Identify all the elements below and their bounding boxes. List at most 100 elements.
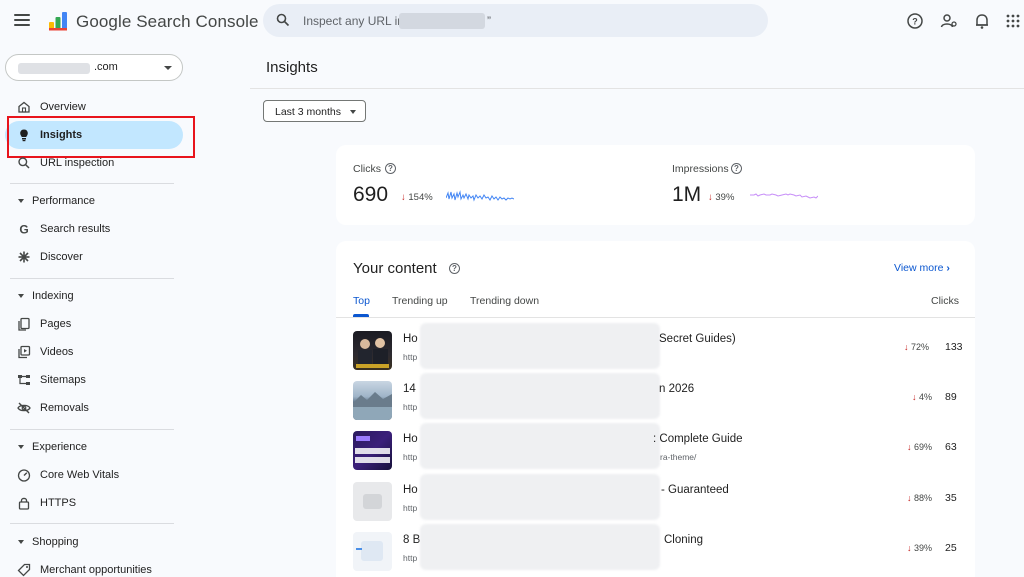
- row-clicks: 133: [945, 341, 963, 353]
- sidebar-item-merchant-opportunities[interactable]: Merchant opportunities: [5, 556, 183, 577]
- sidebar-item-search-results[interactable]: G Search results: [5, 215, 183, 243]
- tab-top[interactable]: Top: [353, 295, 370, 307]
- row-title-end: : Complete Guide: [653, 433, 743, 445]
- search-placeholder: Inspect any URL in: [303, 14, 404, 28]
- sidebar-item-discover[interactable]: Discover: [5, 243, 183, 271]
- apps-grid-icon[interactable]: [1006, 12, 1020, 30]
- collapse-icon: [18, 540, 24, 544]
- sidebar-divider: [10, 429, 174, 430]
- sidebar-divider: [10, 523, 174, 524]
- section-experience[interactable]: Experience: [16, 438, 186, 458]
- sidebar-item-label: Pages: [40, 318, 72, 330]
- top-bar: Google Search Console Inspect any URL in…: [0, 0, 1024, 44]
- sidebar-item-pages[interactable]: Pages: [5, 310, 183, 338]
- header-divider: [250, 88, 1024, 89]
- row-url-start: http: [403, 452, 418, 462]
- content-thumbnail: [353, 381, 392, 420]
- chevron-right-icon: ›: [946, 262, 950, 274]
- content-row[interactable]: 8 B http Cloning ↓ 39% 25: [336, 524, 975, 577]
- help-icon[interactable]: ?: [449, 263, 460, 274]
- help-icon[interactable]: ?: [906, 12, 924, 30]
- date-range-label: Last 3 months: [275, 106, 341, 118]
- sidebar-item-core-web-vitals[interactable]: Core Web Vitals: [5, 461, 183, 489]
- sitemap-icon: [18, 375, 30, 385]
- row-clicks: 35: [945, 492, 957, 504]
- url-inspection-search[interactable]: Inspect any URL in ”: [263, 4, 768, 37]
- sidebar-divider: [10, 183, 174, 184]
- date-range-dropdown[interactable]: Last 3 months: [263, 100, 366, 122]
- impressions-change-value: 39%: [715, 192, 735, 203]
- chevron-down-icon: [350, 110, 356, 114]
- row-change-value: 69%: [914, 442, 933, 452]
- sidebar-item-label: URL inspection: [40, 157, 115, 169]
- section-label: Experience: [32, 441, 88, 453]
- row-url-start: http: [403, 402, 418, 412]
- sidebar-item-removals[interactable]: Removals: [5, 394, 183, 422]
- arrow-down-icon: ↓: [904, 342, 909, 352]
- sidebar-item-videos[interactable]: Videos: [5, 338, 183, 366]
- redacted-content: [420, 524, 660, 570]
- impressions-value: 1M: [672, 183, 702, 206]
- redacted-content: [420, 323, 660, 369]
- row-url-start: http: [403, 553, 418, 563]
- collapse-icon: [18, 294, 24, 298]
- row-title-start: Ho: [403, 484, 418, 496]
- impressions-label: Impressions: [672, 163, 729, 175]
- row-title-end: Secret Guides): [659, 333, 736, 345]
- svg-text:G: G: [19, 223, 28, 237]
- sidebar-item-label: Videos: [40, 346, 74, 358]
- sidebar-item-label: Core Web Vitals: [40, 469, 120, 481]
- clicks-sparkline: [446, 190, 514, 202]
- videos-icon: [18, 345, 31, 359]
- eye-off-icon: [17, 402, 31, 414]
- menu-icon[interactable]: [14, 14, 30, 28]
- arrow-down-icon: ↓: [907, 493, 912, 503]
- section-performance[interactable]: Performance: [16, 192, 186, 212]
- sidebar-item-url-inspection[interactable]: URL inspection: [5, 149, 183, 177]
- section-shopping[interactable]: Shopping: [16, 533, 186, 553]
- row-change: ↓ 4%: [912, 392, 932, 402]
- property-selector[interactable]: .com: [5, 54, 183, 81]
- collapse-icon: [18, 199, 24, 203]
- arrow-down-icon: ↓: [912, 392, 917, 402]
- row-title-start: 8 B: [403, 534, 421, 546]
- search-suffix: ”: [487, 14, 491, 28]
- row-change: ↓ 39%: [907, 543, 932, 553]
- svg-text:?: ?: [912, 17, 918, 27]
- app-title: Google Search Console: [76, 12, 259, 31]
- tag-icon: [17, 563, 31, 577]
- metrics-card: Clicks ? 690 ↓ 154% Impressions ? 1M ↓ 3…: [336, 145, 975, 225]
- row-change-value: 4%: [919, 392, 933, 402]
- section-indexing[interactable]: Indexing: [16, 287, 186, 307]
- lock-icon: [18, 497, 30, 510]
- speedometer-icon: [17, 469, 31, 482]
- view-more-link[interactable]: View more ›: [894, 262, 950, 274]
- arrow-down-icon: ↓: [708, 192, 713, 203]
- impressions-sparkline: [750, 193, 818, 199]
- sidebar-item-sitemaps[interactable]: Sitemaps: [5, 366, 183, 394]
- redacted-property: [18, 63, 90, 74]
- tab-trending-down[interactable]: Trending down: [470, 295, 539, 307]
- search-console-logo[interactable]: [46, 9, 70, 33]
- row-clicks: 63: [945, 441, 957, 453]
- help-icon[interactable]: ?: [385, 163, 396, 174]
- content-thumbnail: [353, 482, 392, 521]
- asterisk-icon: [18, 251, 30, 263]
- clicks-column-header: Clicks: [931, 295, 959, 307]
- row-title-end: n 2026: [659, 383, 695, 395]
- sidebar-item-https[interactable]: HTTPS: [5, 489, 183, 517]
- row-change: ↓ 72%: [904, 342, 929, 352]
- notifications-icon[interactable]: [973, 12, 991, 30]
- help-icon[interactable]: ?: [731, 163, 742, 174]
- section-label: Performance: [32, 195, 95, 207]
- content-thumbnail: [353, 532, 392, 571]
- chevron-down-icon: [164, 66, 172, 70]
- tab-trending-up[interactable]: Trending up: [392, 295, 448, 307]
- impressions-change: ↓ 39%: [708, 192, 734, 203]
- manage-users-icon[interactable]: [940, 12, 958, 30]
- row-change: ↓ 69%: [907, 442, 932, 452]
- row-title-end: Cloning: [664, 534, 703, 546]
- row-title-start: Ho: [403, 333, 418, 345]
- sidebar-item-label: HTTPS: [40, 497, 77, 509]
- row-title-start: 14: [403, 383, 416, 395]
